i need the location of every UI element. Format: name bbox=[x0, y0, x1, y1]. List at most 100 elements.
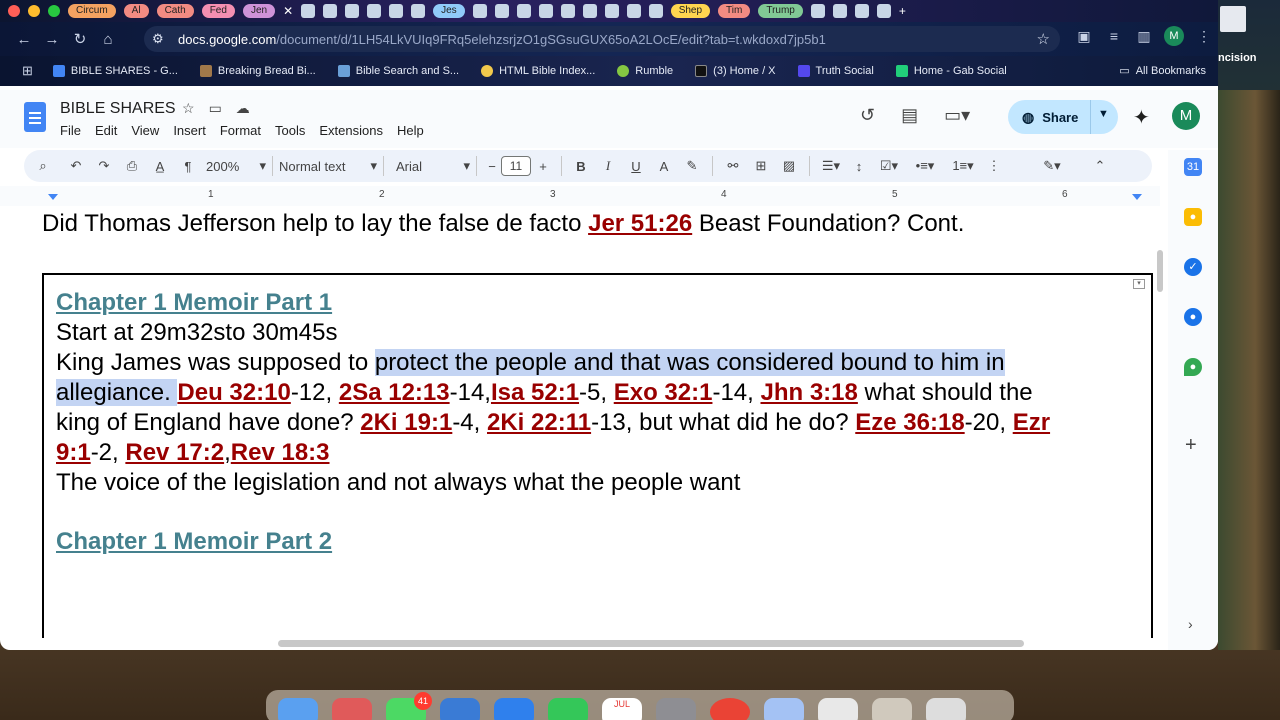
scripture-link[interactable]: 2Ki 22:11 bbox=[487, 409, 591, 436]
facetime-icon[interactable] bbox=[548, 698, 588, 720]
gemini-sparkle-icon[interactable]: ✦ bbox=[1133, 105, 1150, 130]
tab-group-al[interactable]: Al bbox=[123, 4, 149, 18]
desktop-thumbnail[interactable] bbox=[1220, 6, 1246, 32]
trash-icon[interactable] bbox=[926, 698, 966, 720]
tab-favicon[interactable] bbox=[367, 4, 382, 18]
tab-group-jes[interactable]: Jes bbox=[433, 4, 465, 18]
scripture-link[interactable]: 9:1 bbox=[56, 439, 91, 466]
settings-icon[interactable] bbox=[656, 698, 696, 720]
document-page[interactable]: Did Thomas Jefferson help to lay the fal… bbox=[0, 206, 1160, 638]
reload-icon[interactable]: ↻ bbox=[66, 30, 94, 48]
scripture-link[interactable]: Isa 52:1 bbox=[491, 379, 579, 406]
cloud-status-icon[interactable]: ☁ bbox=[236, 100, 250, 117]
share-dropdown-icon[interactable]: ▼ bbox=[1098, 108, 1109, 120]
font-select[interactable]: Arial ▾ bbox=[396, 158, 470, 174]
scripture-link[interactable]: Jer 51:26 bbox=[588, 210, 692, 237]
menu-insert[interactable]: Insert bbox=[173, 123, 206, 138]
keep-icon[interactable]: ● bbox=[1184, 208, 1202, 226]
menu-file[interactable]: File bbox=[60, 123, 81, 138]
tab-favicon[interactable] bbox=[832, 4, 847, 18]
more-options-icon[interactable]: ⋮ bbox=[982, 158, 1006, 174]
menu-extensions[interactable]: Extensions bbox=[319, 123, 383, 138]
scripture-link[interactable]: 2Sa 12:13 bbox=[339, 379, 450, 406]
editing-mode-icon[interactable]: ✎▾ bbox=[1032, 158, 1072, 174]
bold-icon[interactable]: B bbox=[568, 159, 594, 174]
bookmark-bible-shares[interactable]: BIBLE SHARES - G... bbox=[52, 65, 178, 77]
back-icon[interactable]: ← bbox=[10, 31, 38, 48]
text-color-icon[interactable]: A bbox=[650, 159, 678, 174]
site-info-icon[interactable]: ⚙ bbox=[152, 31, 172, 47]
tasks-icon[interactable]: ✓ bbox=[1184, 258, 1202, 276]
bookmark-html-bible-index[interactable]: HTML Bible Index... bbox=[481, 65, 595, 77]
tab-favicon[interactable] bbox=[810, 4, 825, 18]
meet-video-icon[interactable]: ▭▾ bbox=[944, 105, 970, 126]
browser-profile-avatar[interactable]: M bbox=[1164, 26, 1184, 46]
font-size-input[interactable]: 11 bbox=[501, 156, 531, 176]
insert-link-icon[interactable]: ⚯ bbox=[719, 158, 747, 174]
insert-image-icon[interactable]: ▨ bbox=[775, 158, 803, 174]
tab-group-circum[interactable]: Circum bbox=[68, 4, 116, 18]
highlight-color-icon[interactable]: ✎ bbox=[678, 158, 706, 174]
add-comment-icon[interactable]: ⊞ bbox=[747, 158, 775, 174]
side-panel-icon[interactable]: ▥ bbox=[1134, 28, 1154, 45]
reading-list-icon[interactable]: ≡ bbox=[1104, 28, 1124, 44]
chrome-icon[interactable] bbox=[710, 698, 750, 720]
left-indent-marker[interactable] bbox=[48, 194, 58, 200]
document-icon[interactable] bbox=[818, 698, 858, 720]
tab-favicon[interactable] bbox=[411, 4, 426, 18]
menu-format[interactable]: Format bbox=[220, 123, 261, 138]
zoom-select[interactable]: 200% ▾ bbox=[206, 158, 266, 174]
collapse-toolbar-icon[interactable]: ⌃ bbox=[1080, 158, 1120, 174]
scripture-link[interactable]: Deu 32:10 bbox=[177, 379, 290, 406]
tab-favicon[interactable] bbox=[301, 4, 316, 18]
home-icon[interactable]: ⌂ bbox=[94, 31, 122, 48]
bookmark-star-icon[interactable]: ☆ bbox=[1037, 30, 1050, 48]
bookmark-bible-search[interactable]: Bible Search and S... bbox=[337, 65, 459, 77]
tab-group-jen[interactable]: Jen bbox=[242, 4, 276, 18]
cell-menu-icon[interactable]: ▾ bbox=[1133, 279, 1145, 289]
star-icon[interactable]: ☆ bbox=[182, 100, 195, 117]
forward-icon[interactable]: → bbox=[38, 31, 66, 48]
tab-favicon[interactable] bbox=[854, 4, 869, 18]
line-spacing-icon[interactable]: ↕ bbox=[846, 159, 872, 174]
bookmark-truth-social[interactable]: Truth Social bbox=[797, 65, 874, 77]
scripture-link[interactable]: Jhn 3:18 bbox=[760, 379, 857, 406]
decrease-font-size-icon[interactable]: − bbox=[483, 159, 501, 174]
scripture-link[interactable]: Eze 36:18 bbox=[855, 409, 964, 436]
safari-icon[interactable] bbox=[494, 698, 534, 720]
underline-icon[interactable]: U bbox=[622, 159, 650, 174]
print-icon[interactable]: ⎙ bbox=[118, 158, 146, 174]
tab-favicon[interactable] bbox=[626, 4, 641, 18]
table-cell[interactable]: ▾ Chapter 1 Memoir Part 1 Start at 29m32… bbox=[42, 273, 1153, 638]
calendar-app-icon[interactable]: JUL bbox=[602, 698, 642, 720]
apps-grid-icon[interactable]: ⊞ bbox=[22, 63, 33, 79]
mail-icon[interactable] bbox=[440, 698, 480, 720]
horizontal-scrollbar[interactable] bbox=[278, 640, 1024, 647]
tab-favicon[interactable] bbox=[582, 4, 597, 18]
downloads-stack-icon[interactable] bbox=[872, 698, 912, 720]
scripture-link[interactable]: Exo 32:1 bbox=[614, 379, 713, 406]
browser-menu-icon[interactable]: ⋮ bbox=[1194, 28, 1214, 45]
align-left-icon[interactable]: ☰▾ bbox=[816, 158, 846, 174]
comments-icon[interactable]: ▤ bbox=[901, 105, 918, 126]
move-folder-icon[interactable]: ▭ bbox=[209, 100, 222, 117]
undo-icon[interactable]: ↶ bbox=[62, 158, 90, 174]
search-menus-icon[interactable]: ⌕ bbox=[24, 158, 62, 174]
maps-icon[interactable]: ● bbox=[1184, 358, 1202, 376]
menu-edit[interactable]: Edit bbox=[95, 123, 117, 138]
version-history-icon[interactable]: ↺ bbox=[860, 105, 875, 126]
menu-help[interactable]: Help bbox=[397, 123, 424, 138]
add-addon-icon[interactable]: + bbox=[1185, 434, 1197, 457]
ruler[interactable]: 1 2 3 4 5 6 bbox=[0, 186, 1160, 206]
tab-group-fed[interactable]: Fed bbox=[201, 4, 235, 18]
close-tab-icon[interactable]: ✕ bbox=[283, 4, 293, 18]
paint-format-icon[interactable]: ¶ bbox=[174, 159, 202, 174]
bookmark-rumble[interactable]: Rumble bbox=[617, 65, 673, 77]
vertical-scrollbar[interactable] bbox=[1157, 250, 1163, 292]
contacts-icon[interactable]: ● bbox=[1184, 308, 1202, 326]
scripture-link[interactable]: Ezr bbox=[1013, 409, 1050, 436]
tab-group-tim[interactable]: Tim bbox=[718, 4, 751, 18]
redo-icon[interactable]: ↷ bbox=[90, 158, 118, 174]
finder-icon[interactable] bbox=[278, 698, 318, 720]
bookmark-x-home[interactable]: (3) Home / X bbox=[695, 65, 776, 77]
